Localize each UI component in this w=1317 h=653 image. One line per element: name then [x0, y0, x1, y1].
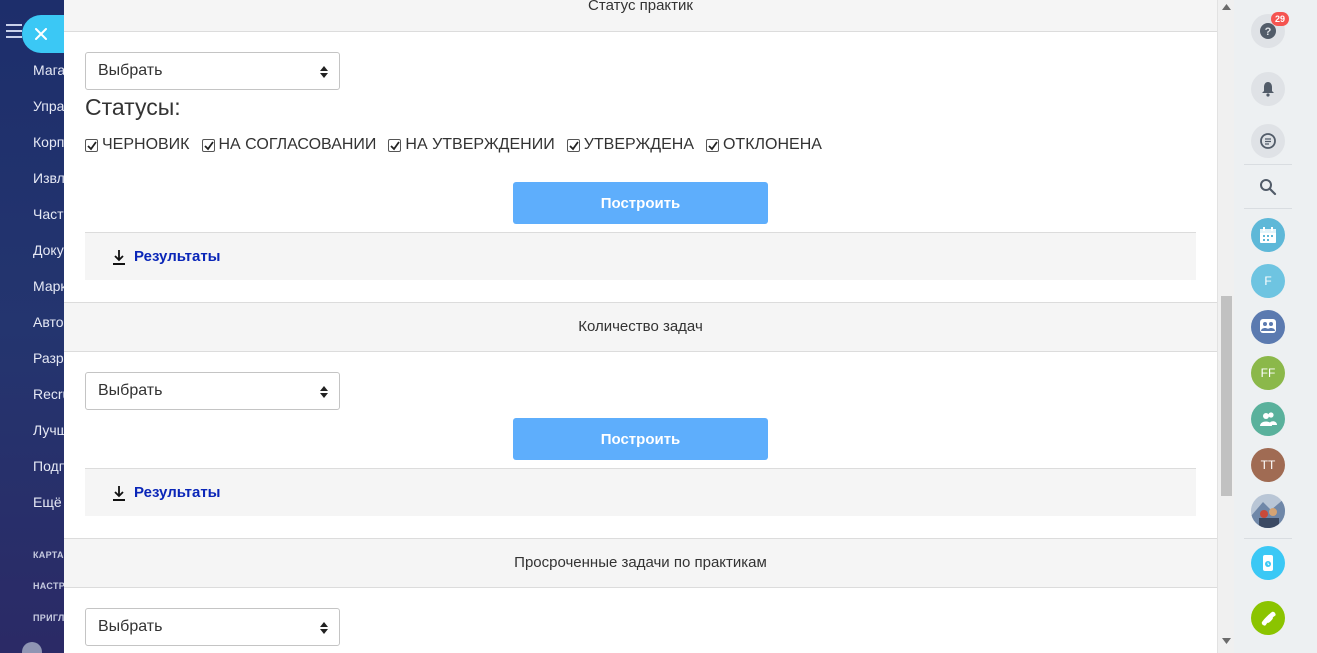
- scroll-up-arrow-icon[interactable]: [1222, 4, 1231, 10]
- group-icon: [1260, 319, 1276, 333]
- checkbox[interactable]: [566, 138, 580, 152]
- group-chat-button[interactable]: [1251, 310, 1285, 344]
- phone-device-icon: [1263, 555, 1273, 571]
- notifications-button[interactable]: [1251, 72, 1285, 106]
- select-arrows-icon: [320, 386, 328, 398]
- nav-item[interactable]: Корп: [33, 134, 64, 150]
- download-icon: [113, 485, 125, 501]
- nav-small-item[interactable]: КАРТА: [33, 550, 64, 560]
- chat-button[interactable]: [1251, 124, 1285, 158]
- checkmark-icon: [708, 140, 718, 150]
- avatar-f[interactable]: F: [1251, 264, 1285, 298]
- left-navigation: Мага Упра Корп Извл Част Доку Марк Авто …: [0, 0, 64, 653]
- results-link[interactable]: Результаты: [134, 248, 220, 265]
- checkmark-icon: [390, 140, 401, 150]
- overdue-tasks-select[interactable]: Выбрать: [85, 608, 340, 646]
- status-checkbox-approval[interactable]: НА СОГЛАСОВАНИИ: [201, 136, 377, 154]
- nav-item[interactable]: Част: [33, 206, 64, 222]
- checkbox-label: НА СОГЛАСОВАНИИ: [218, 136, 377, 153]
- search-icon: [1260, 179, 1277, 196]
- separator: [1244, 538, 1292, 539]
- nav-item[interactable]: Доку: [33, 242, 64, 258]
- avatar-initials: TT: [1260, 458, 1276, 472]
- nav-item[interactable]: Марк: [33, 278, 64, 294]
- checkbox-label: УТВЕРЖДЕНА: [583, 136, 694, 153]
- checkbox[interactable]: [85, 138, 98, 152]
- nav-item[interactable]: Лучш: [33, 422, 64, 438]
- checkbox[interactable]: [388, 138, 402, 152]
- phone-icon: [1261, 611, 1276, 626]
- nav-item[interactable]: Авто: [33, 314, 64, 330]
- build-button[interactable]: Построить: [513, 182, 768, 224]
- status-checkbox-rejected[interactable]: ОТКЛОНЕНА: [705, 136, 822, 154]
- user-avatar[interactable]: [22, 642, 42, 653]
- bell-icon: [1262, 82, 1274, 97]
- close-slider-button[interactable]: [22, 15, 64, 53]
- avatar-initials: FF: [1260, 366, 1276, 380]
- status-checkbox-confirmation[interactable]: НА УТВЕРЖДЕНИИ: [388, 136, 555, 154]
- nav-item[interactable]: Разр: [33, 350, 64, 366]
- avatar-ff[interactable]: FF: [1251, 356, 1285, 390]
- practice-status-select[interactable]: Выбрать: [85, 52, 340, 90]
- checkbox-label: ЧЕРНОВИК: [102, 136, 190, 153]
- users-button[interactable]: [1251, 402, 1285, 436]
- section-header-task-count: Количество задач: [64, 302, 1217, 352]
- results-row: Результаты: [85, 468, 1196, 516]
- mobile-app-button[interactable]: [1251, 546, 1285, 580]
- search-button[interactable]: [1251, 170, 1285, 204]
- nav-item[interactable]: Мага: [33, 62, 64, 78]
- vertical-scrollbar[interactable]: [1217, 0, 1234, 653]
- checkbox[interactable]: [705, 138, 719, 152]
- close-icon: [35, 28, 47, 40]
- avatar-initials: F: [1264, 274, 1272, 288]
- status-checkbox-approved[interactable]: УТВЕРЖДЕНА: [566, 136, 694, 154]
- build-button[interactable]: Построить: [513, 418, 768, 460]
- scroll-down-arrow-icon[interactable]: [1222, 638, 1231, 644]
- nav-item[interactable]: Упра: [33, 98, 64, 114]
- scrollbar-thumb[interactable]: [1221, 296, 1232, 496]
- separator: [1244, 164, 1292, 165]
- calendar-icon: [1260, 227, 1276, 243]
- nav-item[interactable]: Извл: [33, 170, 64, 186]
- checkbox-label: НА УТВЕРЖДЕНИИ: [405, 136, 555, 153]
- help-badge: 29: [1271, 12, 1289, 26]
- call-button[interactable]: [1251, 601, 1285, 635]
- results-row: Результаты: [85, 232, 1196, 280]
- user-photo-icon: [1251, 494, 1285, 528]
- checkbox-label: ОТКЛОНЕНА: [722, 136, 822, 153]
- right-toolbar: ? 29 F FF TT: [1234, 0, 1317, 653]
- calendar-button[interactable]: [1251, 218, 1285, 252]
- statuses-title: Статусы:: [85, 94, 181, 120]
- section-header-overdue-tasks: Просроченные задачи по практикам: [64, 538, 1217, 588]
- nav-item-more[interactable]: Ещё: [33, 494, 62, 510]
- select-value: Выбрать: [98, 618, 163, 635]
- checkbox[interactable]: [201, 138, 215, 152]
- select-value: Выбрать: [98, 382, 163, 399]
- select-value: Выбрать: [98, 62, 163, 79]
- users-icon: [1260, 412, 1277, 426]
- download-icon: [113, 249, 125, 265]
- task-count-select[interactable]: Выбрать: [85, 372, 340, 410]
- checkmark-icon: [203, 140, 214, 150]
- status-checkbox-draft[interactable]: ЧЕРНОВИК: [85, 136, 190, 154]
- checkmark-icon: [569, 140, 579, 150]
- nav-small-item[interactable]: НАСТР: [33, 581, 64, 591]
- select-arrows-icon: [320, 66, 328, 78]
- nav-item[interactable]: Подп: [33, 458, 64, 474]
- separator: [1244, 208, 1292, 209]
- svg-text:?: ?: [1265, 26, 1272, 38]
- nav-item[interactable]: Recru: [33, 386, 64, 402]
- menu-icon[interactable]: [6, 24, 22, 38]
- avatar-photo[interactable]: [1251, 494, 1285, 528]
- checkmark-icon: [87, 140, 97, 150]
- chat-icon: [1260, 133, 1276, 149]
- report-panel: Статус практик Выбрать Статусы: ЧЕРНОВИК…: [64, 0, 1217, 653]
- results-link[interactable]: Результаты: [134, 484, 220, 501]
- select-arrows-icon: [320, 622, 328, 634]
- nav-small-item[interactable]: ПРИГЛ: [33, 613, 64, 623]
- status-checkboxes: ЧЕРНОВИК НА СОГЛАСОВАНИИ НА УТВЕРЖДЕНИИ …: [85, 136, 834, 154]
- section-header-practice-status: Статус практик: [64, 0, 1217, 32]
- avatar-tt[interactable]: TT: [1251, 448, 1285, 482]
